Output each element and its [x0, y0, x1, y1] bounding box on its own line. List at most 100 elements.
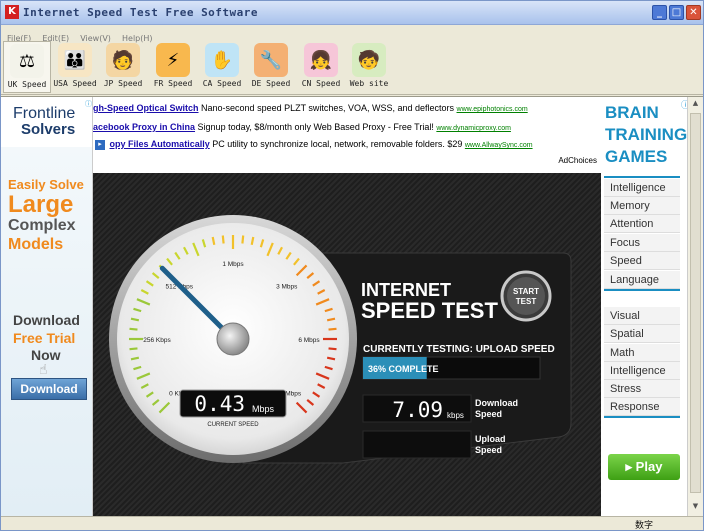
- upload-label-line2: Speed: [475, 445, 502, 455]
- skill-item[interactable]: Stress: [604, 380, 680, 398]
- gauge-tick: [326, 356, 336, 361]
- browser-content: ⓘ Frontline Solvers Easily Solve Large C…: [1, 96, 703, 517]
- text-ad-3-text: PC utility to synchronize local, network…: [212, 139, 463, 149]
- gauge-label: 1 Mbps: [222, 261, 244, 268]
- gauge-label: 6 Mbps: [298, 337, 320, 344]
- vertical-scrollbar[interactable]: ▲ ▼: [687, 97, 703, 517]
- web-site-button[interactable]: 🧒 Web site: [345, 41, 393, 93]
- uk-speed-label: UK Speed: [7, 80, 47, 89]
- ad-models: Models: [8, 236, 64, 253]
- scroll-up-arrow-icon[interactable]: ▲: [690, 99, 701, 110]
- speed-test-widget: 0 Kbps256 Kbps512 Kbps1 Mbps3 Mbps6 Mbps…: [93, 173, 601, 517]
- brain-title-line2: TRAINING: [605, 125, 688, 144]
- gauge-label: 3 Mbps: [276, 283, 298, 290]
- play-button[interactable]: ▸ Play: [608, 454, 680, 480]
- scroll-thumb[interactable]: [690, 113, 701, 493]
- text-ad-1[interactable]: gh-Speed Optical Switch Nano-second spee…: [93, 103, 601, 118]
- jp-speed-label: JP Speed: [103, 79, 143, 88]
- skill-item[interactable]: Response: [604, 398, 680, 416]
- text-ad-1-url[interactable]: www.epiphotonics.com: [457, 106, 528, 113]
- text-ad-2-link[interactable]: acebook Proxy in China: [93, 122, 195, 132]
- text-ad-3-link[interactable]: opy Files Automatically: [110, 139, 210, 149]
- skill-item[interactable]: Spatial: [604, 325, 680, 343]
- scroll-down-arrow-icon[interactable]: ▼: [690, 502, 701, 513]
- tools-icon: 🔧: [254, 43, 288, 77]
- gauge-tick: [328, 327, 337, 331]
- close-button[interactable]: ✕: [686, 5, 701, 20]
- current-speed-value: 0.43: [194, 392, 245, 416]
- ca-speed-label: CA Speed: [202, 79, 242, 88]
- web-site-label: Web site: [349, 79, 389, 88]
- text-ad-2-url[interactable]: www.dynamicproxy.com: [436, 125, 511, 132]
- usa-speed-button[interactable]: 👪 USA Speed: [51, 41, 99, 93]
- toolbar: ⚖ UK Speed 👪 USA Speed 🧑 JP Speed ⚡ FR S…: [1, 41, 703, 95]
- text-ad-3-url[interactable]: www.AllwaySync.com: [465, 142, 533, 149]
- skill-item[interactable]: Focus: [604, 234, 680, 252]
- skill-item[interactable]: Language: [604, 271, 680, 289]
- skill-item[interactable]: Memory: [604, 197, 680, 215]
- maximize-button[interactable]: □: [669, 5, 684, 20]
- ad-info-icon[interactable]: ⓘ: [85, 99, 92, 108]
- ad-easily: Easily Solve: [8, 177, 84, 192]
- minimize-button[interactable]: _: [652, 5, 667, 20]
- person-icon: 🧑: [106, 43, 140, 77]
- gauge-tick: [129, 327, 138, 331]
- upload-label-line1: Upload: [475, 434, 506, 444]
- gauge-tick: [326, 317, 336, 322]
- current-speed-label: CURRENT SPEED: [207, 422, 259, 428]
- de-speed-button[interactable]: 🔧 DE Speed: [247, 41, 295, 93]
- cn-speed-button[interactable]: 👧 CN Speed: [297, 41, 345, 93]
- ad-arrow-icon: ▸: [95, 139, 105, 150]
- ca-speed-button[interactable]: ✋ CA Speed: [198, 41, 246, 93]
- gauge-tick: [241, 235, 245, 244]
- status-text: 数字: [634, 521, 653, 531]
- start-test-button[interactable]: START TEST: [500, 270, 552, 322]
- testing-label: CURRENTLY TESTING: UPLOAD SPEED: [363, 344, 555, 355]
- jp-speed-button[interactable]: 🧑 JP Speed: [99, 41, 147, 93]
- ad-brand-line2: Solvers: [21, 121, 76, 138]
- brain-ad-title: BRAIN TRAINING GAMES ⓘ: [605, 101, 690, 168]
- text-ad-3[interactable]: ▸ opy Files Automatically PC utility to …: [93, 139, 601, 154]
- gauge-tick: [130, 356, 140, 361]
- ad-large: Large: [8, 191, 74, 218]
- left-advertisement[interactable]: ⓘ Frontline Solvers Easily Solve Large C…: [1, 97, 93, 517]
- gauge-tick: [129, 347, 138, 351]
- text-ad-2[interactable]: acebook Proxy in China Signup today, $8/…: [93, 122, 601, 137]
- skill-separator: [604, 176, 680, 178]
- skill-item[interactable]: Intelligence: [604, 179, 680, 197]
- progress-text: 36% COMPLETE: [368, 364, 439, 374]
- window-title: Internet Speed Test Free Software: [23, 6, 259, 19]
- skill-item[interactable]: Speed: [604, 252, 680, 270]
- download-label-line2: Speed: [475, 409, 502, 419]
- download-label-line1: Download: [475, 398, 518, 408]
- speed-test-graphic: 0 Kbps256 Kbps512 Kbps1 Mbps3 Mbps6 Mbps…: [109, 215, 572, 464]
- brain-title-line3: GAMES: [605, 147, 668, 166]
- de-speed-label: DE Speed: [251, 79, 291, 88]
- download-speed-value: 7.09: [392, 398, 443, 422]
- skill-item[interactable]: Visual: [604, 307, 680, 325]
- skill-item[interactable]: Intelligence: [604, 362, 680, 380]
- start-test-line1: START: [513, 287, 539, 296]
- skill-item[interactable]: Attention: [604, 215, 680, 233]
- ad-free-trial: Free Trial: [13, 330, 76, 346]
- hand-icon: ✋: [205, 43, 239, 77]
- start-test-line2: TEST: [516, 297, 537, 306]
- hand-cursor-icon: ☝: [39, 362, 48, 378]
- skill-item[interactable]: Math: [604, 344, 680, 362]
- ad-now: Now: [31, 347, 61, 363]
- text-ad-2-text: Signup today, $8/month only Web Based Pr…: [197, 122, 434, 132]
- skill-separator: [604, 289, 680, 291]
- uk-speed-button[interactable]: ⚖ UK Speed: [3, 41, 51, 93]
- current-speed-unit: Mbps: [252, 404, 275, 414]
- gauge-hub: [216, 322, 250, 356]
- app-window: K Internet Speed Test Free Software _ □ …: [0, 0, 704, 531]
- title-bar[interactable]: K Internet Speed Test Free Software _ □ …: [1, 1, 703, 25]
- adchoices-link[interactable]: AdChoices: [558, 156, 597, 165]
- ad-download-button[interactable]: Download: [11, 378, 87, 400]
- speed-test-title-line2: SPEED TEST: [361, 298, 498, 323]
- text-ad-1-link[interactable]: gh-Speed Optical Switch: [93, 103, 199, 113]
- speed-test-title-line1: INTERNET: [361, 280, 451, 300]
- menu-bar: File(F) Edit(E) View(V) Help(H): [1, 26, 703, 43]
- ad-download-text: Download: [13, 312, 80, 328]
- fr-speed-button[interactable]: ⚡ FR Speed: [149, 41, 197, 93]
